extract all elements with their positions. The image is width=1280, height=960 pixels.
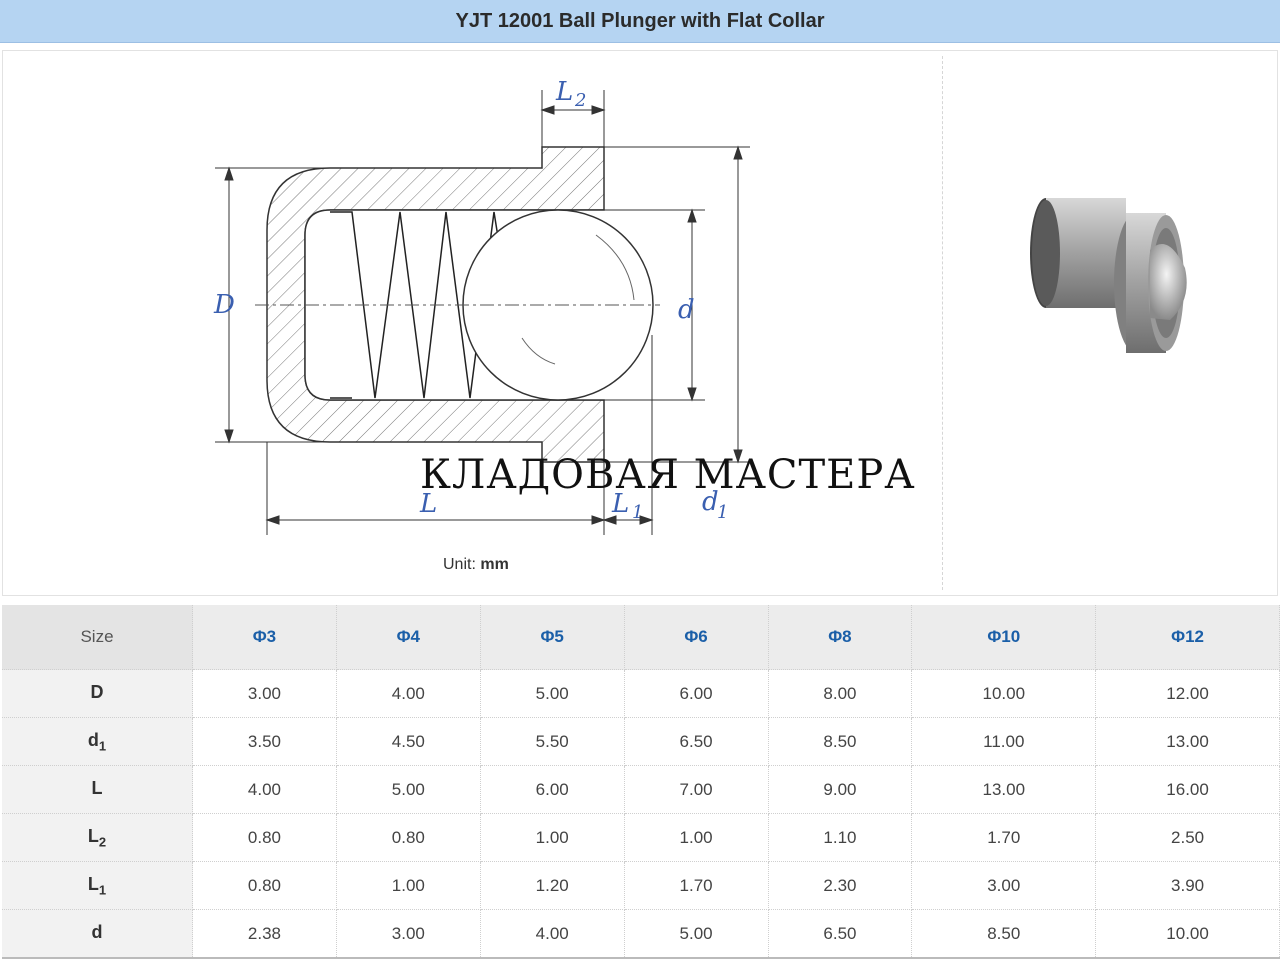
table-cell: 5.00 bbox=[624, 909, 769, 959]
table-cell: 1.70 bbox=[911, 813, 1097, 862]
table-cell: 12.00 bbox=[1095, 669, 1280, 718]
row-header: L1 bbox=[2, 861, 193, 910]
table-cell: 6.00 bbox=[480, 765, 625, 814]
table-cell: 4.50 bbox=[336, 717, 481, 766]
table-cell: 8.00 bbox=[768, 669, 913, 718]
table-cell: 4.00 bbox=[192, 765, 337, 814]
table-cell: 16.00 bbox=[1095, 765, 1280, 814]
table-cell: 11.00 bbox=[911, 717, 1097, 766]
table-cell: 3.00 bbox=[336, 909, 481, 959]
technical-drawing: L 2 D d L L 1 d 1 bbox=[213, 77, 1187, 535]
table-row: d1 3.50 4.50 5.50 6.50 8.50 11.00 13.00 bbox=[2, 717, 1280, 766]
table-cell: 8.50 bbox=[768, 717, 913, 766]
table-cell: 1.70 bbox=[624, 861, 769, 910]
table-cell: 7.00 bbox=[624, 765, 769, 814]
table-cell: 13.00 bbox=[1095, 717, 1280, 766]
column-header: Φ8 bbox=[768, 605, 913, 670]
table-cell: 0.80 bbox=[336, 813, 481, 862]
table-cell: 1.00 bbox=[624, 813, 769, 862]
table-cell: 1.20 bbox=[480, 861, 625, 910]
column-header: Φ3 bbox=[192, 605, 337, 670]
corner-cell: Size bbox=[2, 605, 193, 670]
unit-value: mm bbox=[480, 556, 509, 573]
size-table: Size Φ3 Φ4 Φ5 Φ6 Φ8 Φ10 Φ12 D 3.00 4.00 … bbox=[2, 605, 1280, 959]
table-cell: 3.00 bbox=[911, 861, 1097, 910]
table-cell: 2.50 bbox=[1095, 813, 1280, 862]
table-cell: 3.50 bbox=[192, 717, 337, 766]
table-row: d 2.38 3.00 4.00 5.00 6.50 8.50 10.00 bbox=[2, 909, 1280, 959]
column-header: Φ4 bbox=[336, 605, 481, 670]
watermark-text: КЛАДОВАЯ МАСТЕРА bbox=[420, 452, 916, 498]
table-cell: 10.00 bbox=[911, 669, 1097, 718]
label-L1-sub: 1 bbox=[632, 502, 643, 523]
table-cell: 3.00 bbox=[192, 669, 337, 718]
row-header: L bbox=[2, 765, 193, 814]
table-cell: 4.00 bbox=[336, 669, 481, 718]
table-cell: 4.00 bbox=[480, 909, 625, 959]
table-cell: 9.00 bbox=[768, 765, 913, 814]
table-cell: 1.00 bbox=[336, 861, 481, 910]
column-header: Φ5 bbox=[480, 605, 625, 670]
table-row: L2 0.80 0.80 1.00 1.00 1.10 1.70 2.50 bbox=[2, 813, 1280, 862]
row-header: d1 bbox=[2, 717, 193, 766]
row-header: d bbox=[2, 909, 193, 959]
table-cell: 0.80 bbox=[192, 861, 337, 910]
label-d1-sub: 1 bbox=[717, 502, 728, 523]
table-cell: 3.90 bbox=[1095, 861, 1280, 910]
table-cell: 6.50 bbox=[624, 717, 769, 766]
table-cell: 0.80 bbox=[192, 813, 337, 862]
unit-prefix: Unit: bbox=[443, 556, 476, 573]
table-cell: 6.50 bbox=[768, 909, 913, 959]
table-cell: 10.00 bbox=[1095, 909, 1280, 959]
table-row: L 4.00 5.00 6.00 7.00 9.00 13.00 16.00 bbox=[2, 765, 1280, 814]
table-row: D 3.00 4.00 5.00 6.00 8.00 10.00 12.00 bbox=[2, 669, 1280, 718]
label-d: d bbox=[678, 295, 695, 325]
table-cell: 5.00 bbox=[336, 765, 481, 814]
row-header: L2 bbox=[2, 813, 193, 862]
table-cell: 1.10 bbox=[768, 813, 913, 862]
label-L2: L bbox=[555, 77, 573, 107]
unit-label: Unit: mm bbox=[443, 556, 509, 574]
table-cell: 13.00 bbox=[911, 765, 1097, 814]
label-L2-sub: 2 bbox=[574, 90, 586, 111]
table-cell: 8.50 bbox=[911, 909, 1097, 959]
table-row: L1 0.80 1.00 1.20 1.70 2.30 3.00 3.90 bbox=[2, 861, 1280, 910]
column-header: Φ12 bbox=[1095, 605, 1280, 670]
ball-plunger-3d-icon bbox=[1030, 198, 1187, 353]
row-header: D bbox=[2, 669, 193, 718]
table-cell: 2.38 bbox=[192, 909, 337, 959]
table-cell: 1.00 bbox=[480, 813, 625, 862]
table-cell: 5.00 bbox=[480, 669, 625, 718]
label-D: D bbox=[213, 290, 235, 320]
column-header: Φ6 bbox=[624, 605, 769, 670]
column-header: Φ10 bbox=[911, 605, 1097, 670]
table-cell: 6.00 bbox=[624, 669, 769, 718]
table-cell: 2.30 bbox=[768, 861, 913, 910]
table-cell: 5.50 bbox=[480, 717, 625, 766]
table-header-row: Size Φ3 Φ4 Φ5 Φ6 Φ8 Φ10 Φ12 bbox=[2, 605, 1280, 670]
